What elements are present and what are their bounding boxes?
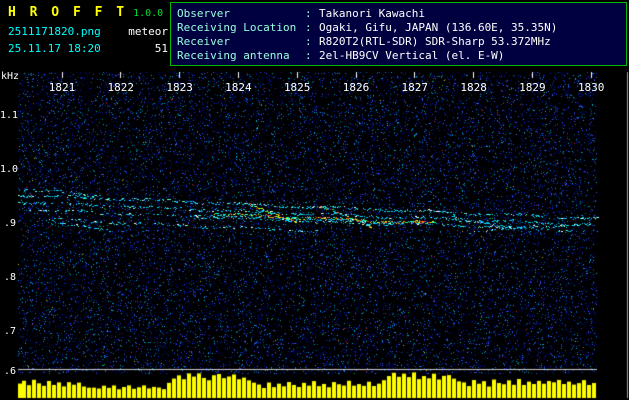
timestamp: 25.11.17 18:20 — [8, 42, 101, 55]
info-row-receiver: Receiver : R820T2(RTL-SDR) SDR-Sharp 53.… — [177, 35, 626, 49]
info-colon: : — [305, 49, 312, 62]
app-version: 1.0.0 — [133, 8, 164, 19]
info-colon: : — [305, 21, 312, 34]
info-label: Observer — [177, 7, 230, 20]
output-filename: 2511171820.png — [8, 25, 101, 38]
info-label: Receiver — [177, 35, 230, 48]
title-row: H R O F F T 1.0.0 — [8, 5, 168, 20]
file-row: 2511171820.png meteor — [8, 25, 168, 38]
time-row: 25.11.17 18:20 51 — [8, 42, 168, 55]
info-label: Receiving Location — [177, 21, 297, 34]
mode-label: meteor — [128, 25, 168, 38]
info-value: R820T2(RTL-SDR) SDR-Sharp 53.372MHz — [319, 35, 551, 48]
info-colon: : — [305, 35, 312, 48]
observer-info-panel: Observer : Takanori Kawachi Receiving Lo… — [170, 2, 627, 66]
info-row-antenna: Receiving antenna : 2el-HB9CV Vertical (… — [177, 49, 626, 63]
app-title: H R O F F T — [8, 5, 128, 20]
info-row-observer: Observer : Takanori Kawachi — [177, 7, 626, 21]
info-value: 2el-HB9CV Vertical (el. E-W) — [319, 49, 505, 62]
info-colon: : — [305, 7, 312, 20]
header-left: H R O F F T 1.0.0 2511171820.png meteor … — [6, 3, 170, 65]
echo-count: 51 — [154, 42, 168, 55]
header: H R O F F T 1.0.0 2511171820.png meteor … — [0, 0, 629, 70]
info-value: Takanori Kawachi — [319, 7, 425, 20]
hrofft-output: H R O F F T 1.0.0 2511171820.png meteor … — [0, 0, 629, 400]
info-value: Ogaki, Gifu, JAPAN (136.60E, 35.35N) — [319, 21, 558, 34]
info-label: Receiving antenna — [177, 49, 290, 62]
info-row-location: Receiving Location : Ogaki, Gifu, JAPAN … — [177, 21, 626, 35]
